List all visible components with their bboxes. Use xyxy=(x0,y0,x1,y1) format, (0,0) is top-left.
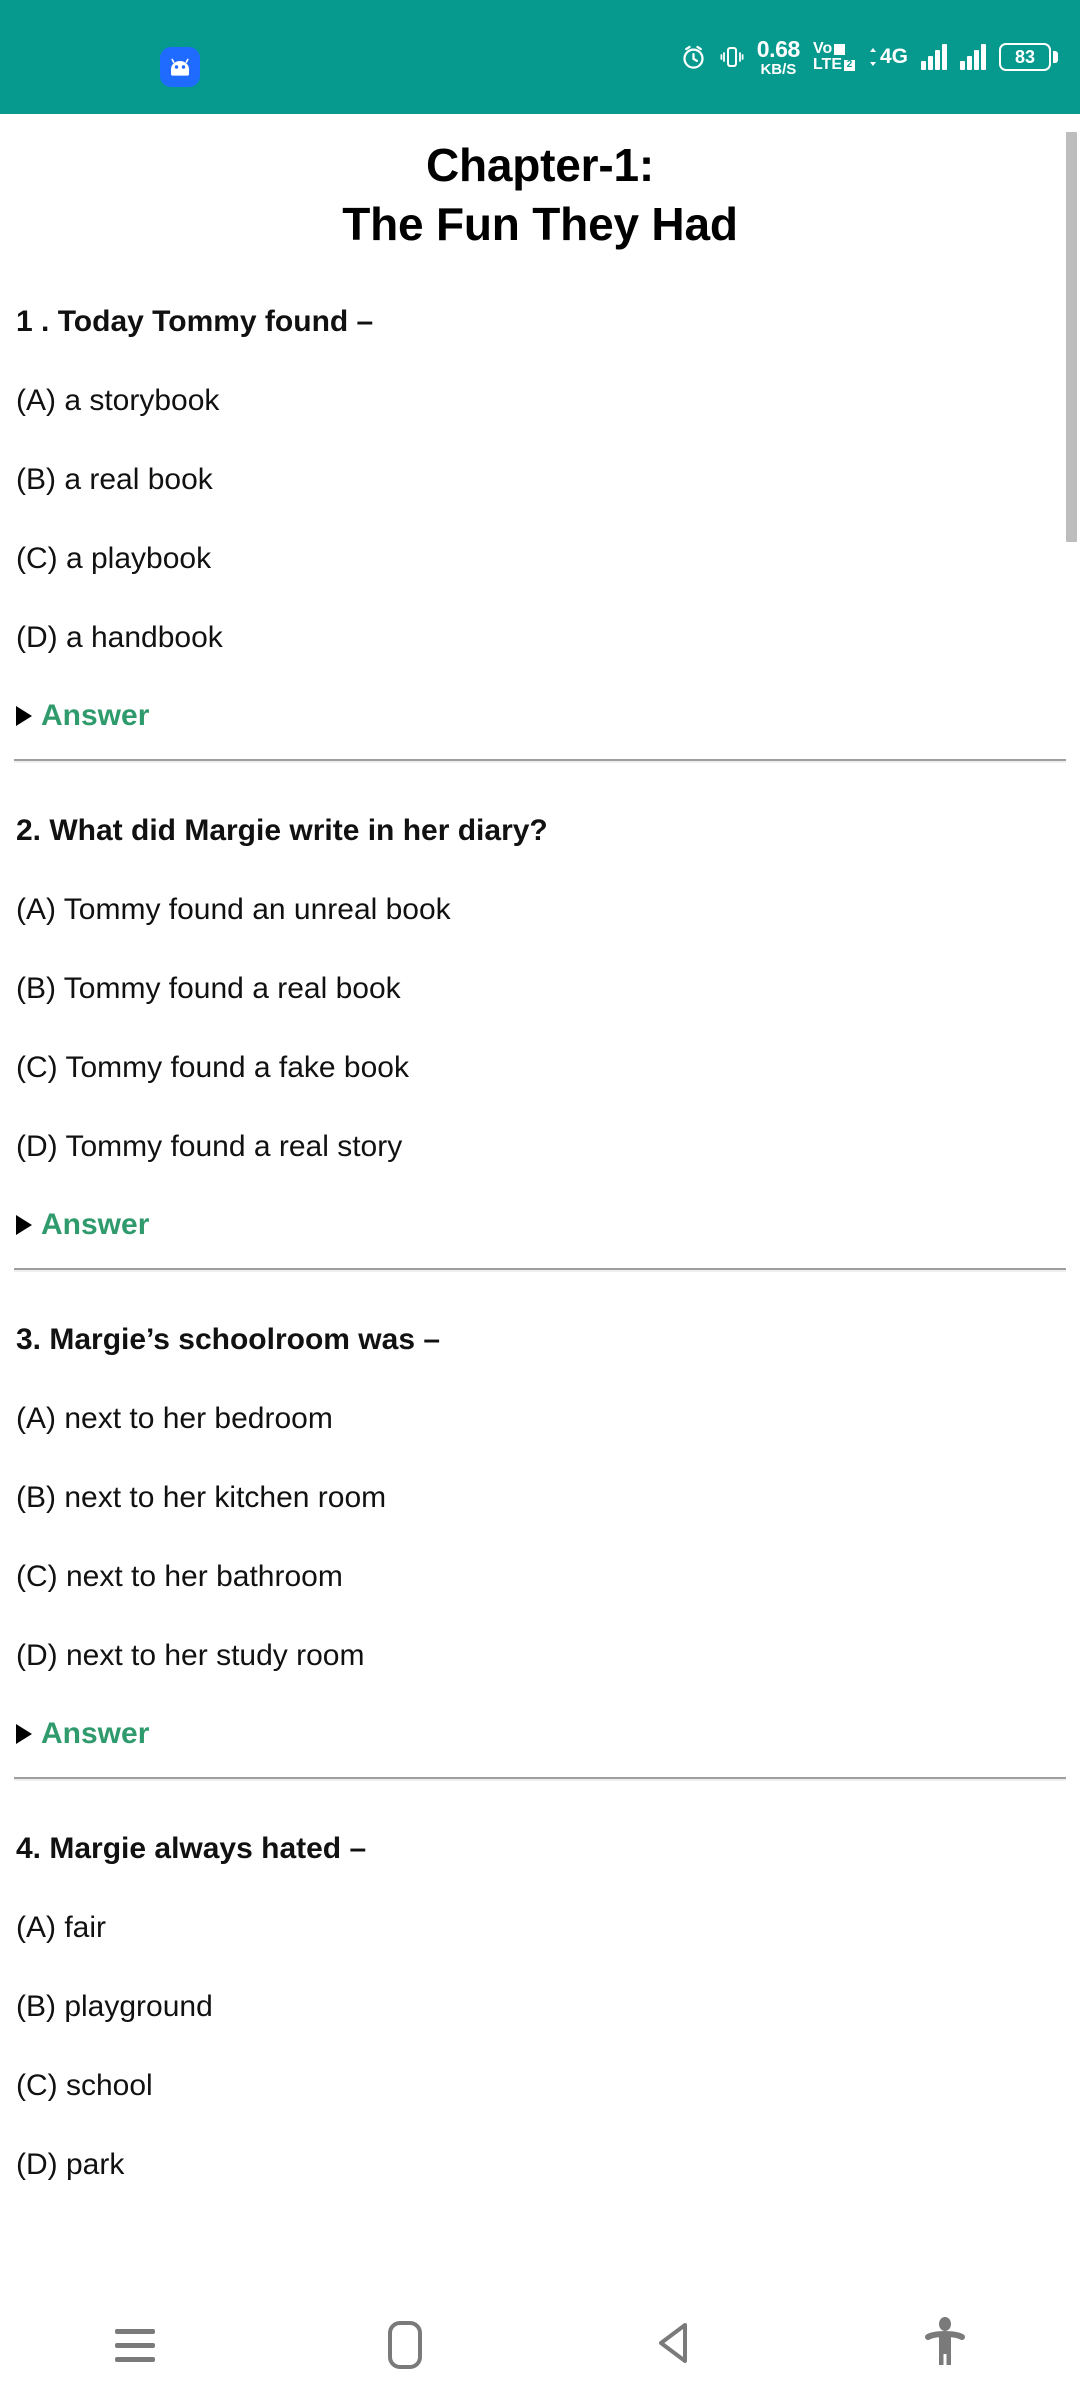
option-c[interactable]: (C) Tommy found a fake book xyxy=(16,1048,1064,1087)
article-content[interactable]: Chapter-1: The Fun They Had 1 . Today To… xyxy=(0,114,1080,2400)
volte-label-bottom: LTE xyxy=(812,56,842,73)
question-block: 3. Margie’s schoolroom was – (A) next to… xyxy=(0,1320,1080,1751)
nav-home-button[interactable] xyxy=(270,2290,540,2400)
section-divider xyxy=(14,758,1066,763)
volte-label-top: Vo xyxy=(812,40,833,57)
home-icon[interactable] xyxy=(388,2321,422,2369)
option-b[interactable]: (B) next to her kitchen room xyxy=(16,1478,1064,1517)
sim2-badge: 2 xyxy=(843,59,855,71)
page-title: Chapter-1: The Fun They Had xyxy=(0,136,1080,254)
question-text: 2. What did Margie write in her diary? xyxy=(16,813,548,847)
answer-label[interactable]: Answer xyxy=(41,1208,149,1242)
answer-label[interactable]: Answer xyxy=(41,699,149,733)
network-speed-indicator: 0.68 KB/S xyxy=(756,35,801,78)
sim1-badge xyxy=(834,43,846,55)
section-divider xyxy=(14,1776,1066,1781)
status-bar: 0.68 KB/S Vo LTE 2 4G 83 xyxy=(0,0,1080,114)
option-c[interactable]: (C) school xyxy=(16,2066,1064,2105)
vibrate-icon xyxy=(720,44,744,70)
answer-label[interactable]: Answer xyxy=(41,1717,149,1751)
section-divider xyxy=(14,1267,1066,1272)
option-a[interactable]: (A) fair xyxy=(16,1908,1064,1947)
volte-icon: Vo LTE 2 xyxy=(813,41,855,73)
option-b[interactable]: (B) a real book xyxy=(16,460,1064,499)
option-d[interactable]: (D) next to her study room xyxy=(16,1636,1064,1675)
option-b[interactable]: (B) Tommy found a real book xyxy=(16,969,1064,1008)
question-block: 1 . Today Tommy found – (A) a storybook … xyxy=(0,302,1080,733)
scrollbar[interactable] xyxy=(1066,114,1080,2400)
answer-disclosure[interactable]: Answer xyxy=(16,1717,1064,1751)
option-a[interactable]: (A) Tommy found an unreal book xyxy=(16,890,1064,929)
network-type-label: 4G xyxy=(879,45,908,68)
network-type-indicator: 4G xyxy=(868,45,908,69)
nav-recents-button[interactable] xyxy=(0,2290,270,2400)
android-robot-icon xyxy=(160,47,200,87)
question-block: 4. Margie always hated – (A) fair (B) pl… xyxy=(0,1829,1080,2184)
network-speed-value: 0.68 xyxy=(756,35,801,62)
battery-level-label: 83 xyxy=(999,43,1051,71)
option-d[interactable]: (D) a handbook xyxy=(16,618,1064,657)
recents-icon[interactable] xyxy=(115,2328,155,2362)
question-text: 4. Margie always hated – xyxy=(16,1831,367,1865)
question-text: 3. Margie’s schoolroom was – xyxy=(16,1322,441,1356)
network-speed-unit: KB/S xyxy=(760,60,797,78)
phone-screen: 0.68 KB/S Vo LTE 2 4G 83 Chapter-1: The … xyxy=(0,0,1080,2400)
alarm-clock-icon xyxy=(680,44,707,71)
scrollbar-thumb[interactable] xyxy=(1066,132,1077,542)
battery-cap xyxy=(1053,51,1058,63)
status-bar-system-icons: 0.68 KB/S Vo LTE 2 4G 83 xyxy=(680,0,1058,114)
option-c[interactable]: (C) a playbook xyxy=(16,539,1064,578)
option-a[interactable]: (A) a storybook xyxy=(16,381,1064,420)
signal-bars-icon xyxy=(921,44,947,70)
answer-disclosure[interactable]: Answer xyxy=(16,699,1064,733)
option-c[interactable]: (C) next to her bathroom xyxy=(16,1557,1064,1596)
nav-back-button[interactable] xyxy=(540,2290,810,2400)
option-a[interactable]: (A) next to her bedroom xyxy=(16,1399,1064,1438)
back-icon[interactable] xyxy=(655,2319,695,2372)
nav-accessibility-button[interactable] xyxy=(810,2290,1080,2400)
battery-icon: 83 xyxy=(999,43,1058,71)
answer-disclosure[interactable]: Answer xyxy=(16,1208,1064,1242)
page-title-line-2: The Fun They Had xyxy=(342,197,738,250)
question-block: 2. What did Margie write in her diary? (… xyxy=(0,811,1080,1242)
chevron-right-icon[interactable] xyxy=(16,1723,32,1744)
signal-bars-icon-2 xyxy=(960,44,986,70)
option-b[interactable]: (B) playground xyxy=(16,1987,1064,2026)
question-text: 1 . Today Tommy found – xyxy=(16,304,374,338)
option-d[interactable]: (D) park xyxy=(16,2145,1064,2184)
navigation-bar xyxy=(0,2290,1080,2400)
option-d[interactable]: (D) Tommy found a real story xyxy=(16,1127,1064,1166)
status-bar-notification-area xyxy=(160,47,200,87)
page-title-line-1: Chapter-1: xyxy=(425,139,655,191)
accessibility-icon[interactable] xyxy=(923,2316,967,2374)
chevron-right-icon[interactable] xyxy=(16,1214,32,1235)
chevron-right-icon[interactable] xyxy=(16,705,32,726)
